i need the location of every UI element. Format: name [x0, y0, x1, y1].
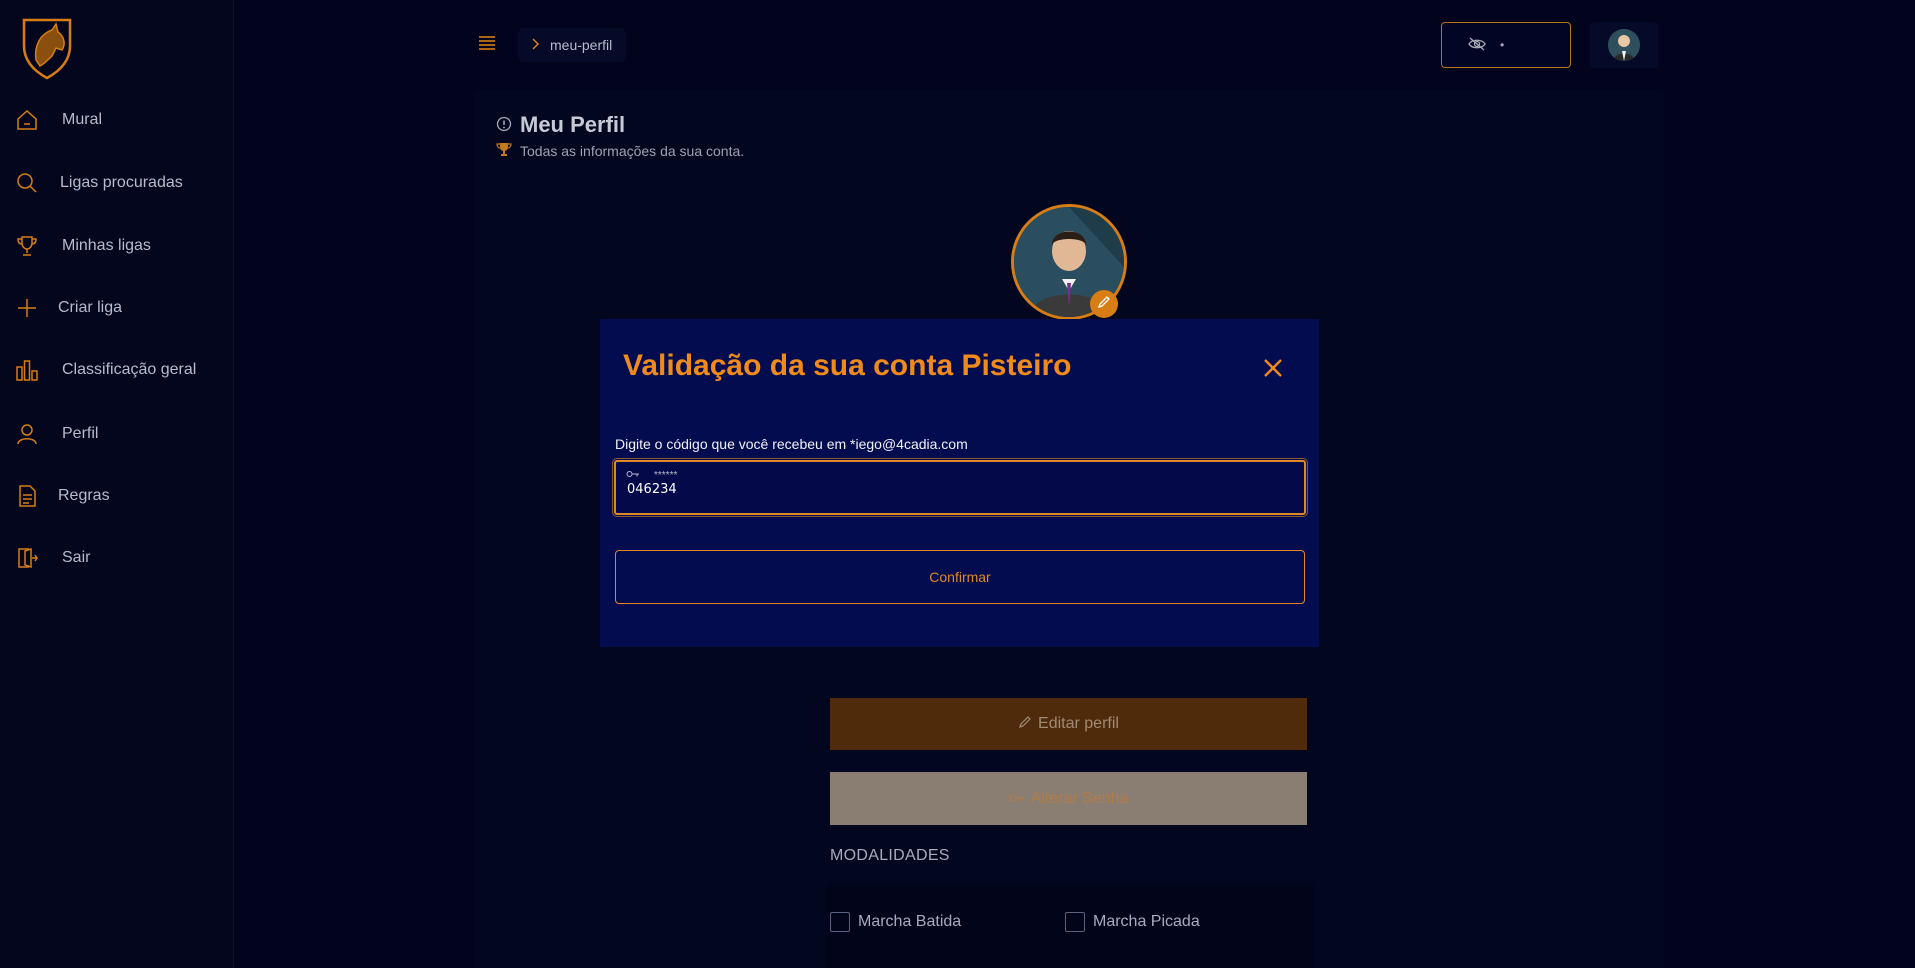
key-icon	[1008, 790, 1025, 808]
sidebar-item-criar-liga[interactable]: Criar liga	[14, 290, 122, 326]
sidebar-item-ligas-procuradas[interactable]: Ligas procuradas	[14, 165, 183, 201]
sidebar-item-sair[interactable]: Sair	[14, 540, 90, 576]
change-password-label: Alterar Senha	[1030, 789, 1129, 807]
visibility-value: •	[1500, 38, 1505, 52]
sidebar-item-label: Ligas procuradas	[60, 174, 183, 191]
modalidade-checkbox-marcha-batida[interactable]: Marcha Batida	[830, 912, 961, 932]
sidebar: Mural Ligas procuradas Minhas ligas Cria…	[0, 0, 234, 968]
document-icon	[14, 483, 40, 509]
breadcrumb: meu-perfil	[518, 28, 627, 62]
avatar	[1608, 29, 1640, 61]
search-icon	[14, 170, 40, 196]
sidebar-item-mural[interactable]: Mural	[14, 102, 102, 138]
user-avatar-button[interactable]	[1590, 22, 1658, 68]
pencil-icon	[1018, 715, 1032, 734]
sidebar-item-label: Criar liga	[58, 299, 123, 316]
code-input-container[interactable]: ******	[612, 458, 1308, 517]
pencil-icon	[1097, 295, 1111, 314]
sidebar-item-perfil[interactable]: Perfil	[14, 416, 98, 452]
sidebar-item-classificacao-geral[interactable]: Classificação geral	[14, 352, 196, 388]
modalidades-title: MODALIDADES	[830, 847, 950, 864]
visibility-toggle[interactable]: •	[1441, 22, 1571, 68]
sidebar-item-label: Sair	[62, 549, 91, 566]
checkbox-box[interactable]	[830, 912, 850, 932]
modalidade-checkbox-marcha-picada[interactable]: Marcha Picada	[1065, 912, 1200, 932]
checkbox-label: Marcha Batida	[858, 913, 962, 930]
chevron-right-icon	[530, 37, 540, 53]
page-title: Meu Perfil	[496, 112, 625, 138]
checkbox-box[interactable]	[1065, 912, 1085, 932]
user-icon	[14, 421, 40, 447]
change-password-button[interactable]: Alterar Senha	[830, 772, 1307, 825]
plus-icon	[14, 295, 40, 321]
sidebar-item-regras[interactable]: Regras	[14, 478, 110, 514]
page-title-text: Meu Perfil	[520, 112, 626, 137]
horse-logo-icon[interactable]	[18, 16, 76, 80]
sidebar-item-minhas-ligas[interactable]: Minhas ligas	[14, 228, 151, 264]
sidebar-item-label: Classificação geral	[62, 361, 197, 378]
code-input[interactable]	[627, 482, 1287, 497]
code-placeholder: ******	[654, 470, 678, 481]
sidebar-item-label: Minhas ligas	[62, 237, 151, 254]
key-icon	[626, 470, 640, 481]
sidebar-item-label: Perfil	[62, 425, 99, 442]
close-icon[interactable]	[1261, 356, 1285, 380]
checkbox-label: Marcha Picada	[1093, 913, 1200, 930]
code-placeholder-row: ******	[626, 470, 677, 481]
trophy-icon	[14, 233, 40, 259]
modal-title: Validação da sua conta Pisteiro	[623, 349, 1072, 382]
info-icon	[496, 112, 512, 138]
edit-profile-label: Editar perfil	[1038, 715, 1119, 732]
bar-chart-icon	[14, 357, 40, 383]
edit-profile-button[interactable]: Editar perfil	[830, 698, 1307, 750]
home-icon	[14, 107, 40, 133]
trophy-icon	[496, 141, 512, 160]
sidebar-item-label: Mural	[62, 111, 103, 128]
breadcrumb-current[interactable]: meu-perfil	[550, 37, 612, 53]
edit-photo-button[interactable]	[1090, 290, 1118, 318]
page-subtitle-text: Todas as informações da sua conta.	[520, 142, 745, 159]
logout-icon	[14, 545, 40, 571]
eye-off-icon	[1468, 37, 1486, 54]
menu-toggle-icon[interactable]	[476, 32, 498, 54]
page-subtitle: Todas as informações da sua conta.	[496, 141, 744, 160]
sidebar-item-label: Regras	[58, 487, 110, 504]
code-field-label: Digite o código que você recebeu em *ieg…	[615, 436, 968, 452]
confirm-button[interactable]: Confirmar	[615, 550, 1305, 604]
